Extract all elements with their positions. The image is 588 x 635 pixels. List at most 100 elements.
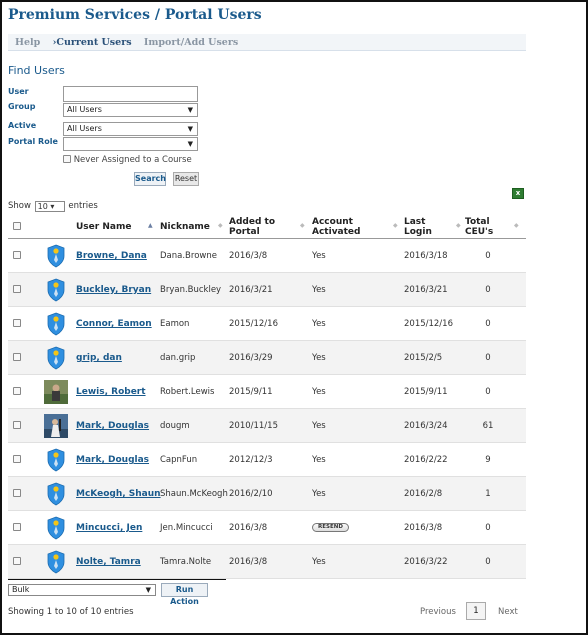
ceus-cell: 0 (485, 557, 491, 567)
portal-role-filter-select[interactable]: ▼ (63, 137, 198, 151)
length-select[interactable]: 10 ▾ (34, 201, 65, 212)
user-name-link[interactable]: Mincucci, Jen (76, 511, 142, 545)
table-info: Showing 1 to 10 of 10 entries (8, 607, 134, 617)
search-button[interactable]: Search (134, 172, 166, 186)
tab-help[interactable]: Help (15, 37, 40, 48)
ceus-cell: 0 (485, 353, 491, 363)
bulk-action-select[interactable]: Bulk ▼ (8, 584, 156, 596)
row-checkbox[interactable] (13, 319, 21, 327)
last-login-cell: 2015/2/5 (404, 353, 443, 363)
select-all-checkbox[interactable] (13, 222, 21, 230)
chevron-down-icon: ▼ (187, 140, 193, 148)
row-checkbox[interactable] (13, 523, 21, 531)
shield-icon (44, 516, 68, 540)
last-login-cell: 2016/3/18 (404, 251, 448, 261)
page-1-button[interactable]: 1 (466, 602, 486, 620)
header-nickname[interactable]: Nickname (160, 222, 210, 232)
users-table: User Name ▲ Nickname ◆ Added to Portal ◆ … (8, 214, 526, 579)
reset-button[interactable]: Reset (173, 172, 199, 186)
never-assigned-checkbox[interactable] (63, 155, 71, 163)
shield-icon (44, 244, 68, 268)
length-suffix: entries (68, 201, 98, 211)
header-last-login[interactable]: Last Login (404, 217, 432, 237)
sort-icon[interactable]: ◆ (514, 222, 519, 229)
table-row[interactable]: Browne, Dana Dana.Browne 2016/3/8 Yes 2016/3… (8, 239, 526, 273)
length-prefix: Show (8, 201, 31, 211)
added-cell: 2015/12/16 (229, 319, 278, 329)
header-activated[interactable]: Account Activated (312, 217, 360, 237)
user-name-link[interactable]: Mark, Douglas (76, 443, 149, 477)
added-cell: 2016/3/8 (229, 251, 268, 261)
row-checkbox[interactable] (13, 353, 21, 361)
row-checkbox[interactable] (13, 421, 21, 429)
chevron-down-icon: ▼ (187, 106, 193, 114)
ceus-cell: 0 (485, 319, 491, 329)
tab-import-add-users[interactable]: Import/Add Users (144, 37, 238, 48)
subnav-bar: Help ›Current Users Import/Add Users (8, 34, 526, 51)
row-checkbox[interactable] (13, 489, 21, 497)
ceus-cell: 9 (485, 455, 491, 465)
table-row[interactable]: McKeogh, Shaun Shaun.McKeogh 2016/2/10 Yes 2… (8, 477, 526, 511)
user-name-link[interactable]: Buckley, Bryan (76, 273, 151, 307)
next-page-link[interactable]: Next (498, 607, 518, 617)
table-body: Browne, Dana Dana.Browne 2016/3/8 Yes 2016/3… (8, 239, 526, 579)
sort-icon[interactable]: ◆ (393, 222, 398, 229)
row-checkbox[interactable] (13, 455, 21, 463)
user-name-link[interactable]: Connor, Eamon (76, 307, 152, 341)
nickname-cell: Tamra.Nolte (160, 557, 212, 567)
resend-button[interactable]: RESEND (312, 523, 349, 532)
nickname-cell: CapnFun (160, 455, 198, 465)
activated-cell: Yes (312, 489, 326, 499)
activated-cell: Yes (312, 251, 326, 261)
tab-current-users[interactable]: ›Current Users (53, 37, 132, 48)
row-checkbox[interactable] (13, 557, 21, 565)
user-photo-avatar (44, 414, 68, 438)
user-name-link[interactable]: grip, dan (76, 341, 122, 375)
header-total-ceus[interactable]: Total CEU's (465, 217, 493, 237)
row-checkbox[interactable] (13, 285, 21, 293)
sort-asc-icon[interactable]: ▲ (148, 222, 153, 229)
activated-cell: Yes (312, 421, 326, 431)
nickname-cell: dougm (160, 421, 190, 431)
user-filter-input[interactable] (63, 86, 198, 102)
portal-role-filter-label: Portal Role (8, 137, 58, 146)
table-row[interactable]: Lewis, Robert Robert.Lewis 2015/9/11 Yes 201… (8, 375, 526, 409)
user-name-link[interactable]: Nolte, Tamra (76, 545, 141, 579)
active-filter-select[interactable]: All Users ▼ (63, 122, 198, 136)
sort-icon[interactable]: ◆ (456, 222, 461, 229)
activated-cell: Yes (312, 285, 326, 295)
last-login-cell: 2016/2/22 (404, 455, 448, 465)
added-cell: 2016/3/21 (229, 285, 273, 295)
table-row[interactable]: Nolte, Tamra Tamra.Nolte 2016/3/8 Yes 2016/3… (8, 545, 526, 579)
row-checkbox[interactable] (13, 387, 21, 395)
chevron-down-icon: ▼ (187, 125, 193, 133)
table-row[interactable]: Buckley, Bryan Bryan.Buckley 2016/3/21 Yes 2… (8, 273, 526, 307)
last-login-cell: 2015/12/16 (404, 319, 453, 329)
table-row[interactable]: Mark, Douglas CapnFun 2012/12/3 Yes 2016/2/2… (8, 443, 526, 477)
ceus-cell: 0 (485, 285, 491, 295)
sort-icon[interactable]: ◆ (300, 222, 305, 229)
table-row[interactable]: Mincucci, Jen Jen.Mincucci 2016/3/8 RESEND 2… (8, 511, 526, 545)
header-user-name[interactable]: User Name (76, 222, 131, 232)
chevron-down-icon: ▼ (145, 586, 151, 594)
ceus-cell: 1 (485, 489, 491, 499)
header-added[interactable]: Added to Portal (229, 217, 275, 237)
user-name-link[interactable]: Browne, Dana (76, 239, 147, 273)
user-name-link[interactable]: Lewis, Robert (76, 375, 146, 409)
sort-icon[interactable]: ◆ (218, 222, 223, 229)
row-checkbox[interactable] (13, 251, 21, 259)
table-row[interactable]: Connor, Eamon Eamon 2015/12/16 Yes 2015/12/1… (8, 307, 526, 341)
nickname-cell: Eamon (160, 319, 190, 329)
user-name-link[interactable]: Mark, Douglas (76, 409, 149, 443)
run-action-button[interactable]: Run Action (161, 583, 208, 606)
activated-cell: Yes (312, 353, 326, 363)
table-row[interactable]: Mark, Douglas dougm 2010/11/15 Yes 2016/3/24… (8, 409, 526, 443)
user-name-link[interactable]: McKeogh, Shaun (76, 477, 161, 511)
last-login-cell: 2016/3/24 (404, 421, 448, 431)
group-filter-select[interactable]: All Users ▼ (63, 103, 198, 117)
nickname-cell: Bryan.Buckley (160, 285, 222, 295)
table-row[interactable]: grip, dan dan.grip 2016/3/29 Yes 2015/2/5 0 (8, 341, 526, 375)
excel-export-icon[interactable]: x (512, 188, 524, 199)
previous-page-link[interactable]: Previous (420, 607, 456, 617)
page-title: Premium Services / Portal Users (8, 7, 262, 23)
